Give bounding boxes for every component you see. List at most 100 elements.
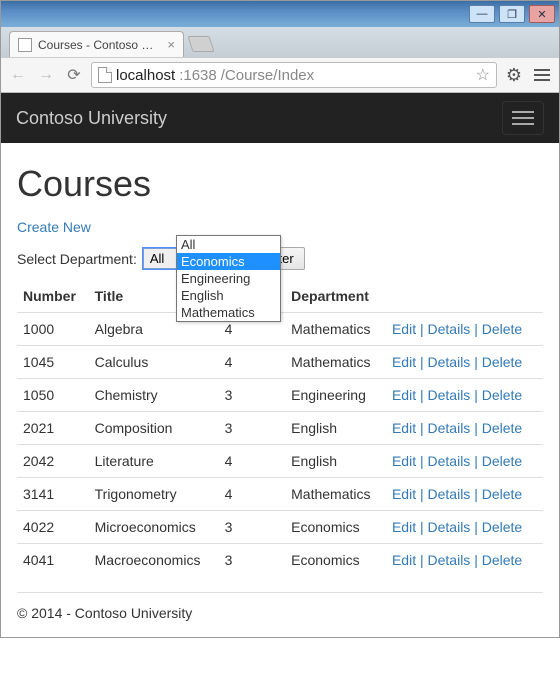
edit-link[interactable]: Edit bbox=[392, 453, 416, 469]
cell-title: Literature bbox=[89, 445, 219, 478]
select-option[interactable]: English bbox=[177, 287, 280, 304]
department-select-dropdown[interactable]: AllEconomicsEngineeringEnglishMathematic… bbox=[176, 235, 281, 322]
delete-link[interactable]: Delete bbox=[482, 354, 522, 370]
cell-number: 4022 bbox=[17, 511, 89, 544]
details-link[interactable]: Details bbox=[428, 420, 471, 436]
delete-link[interactable]: Delete bbox=[482, 420, 522, 436]
cell-actions: Edit | Details | Delete bbox=[386, 478, 543, 511]
browser-tab[interactable]: Courses - Contoso University × bbox=[9, 31, 184, 57]
cell-title: Trigonometry bbox=[89, 478, 219, 511]
tab-favicon-icon bbox=[18, 38, 32, 52]
col-department: Department bbox=[285, 280, 386, 313]
table-row: 2021Composition3EnglishEdit | Details | … bbox=[17, 412, 543, 445]
edit-link[interactable]: Edit bbox=[392, 420, 416, 436]
delete-link[interactable]: Delete bbox=[482, 387, 522, 403]
tab-strip: Courses - Contoso University × bbox=[1, 27, 559, 57]
cell-number: 1050 bbox=[17, 379, 89, 412]
minimize-button[interactable]: — bbox=[469, 5, 495, 23]
cell-title: Calculus bbox=[89, 346, 219, 379]
cell-number: 1045 bbox=[17, 346, 89, 379]
cell-credits: 3 bbox=[219, 412, 285, 445]
reload-button[interactable]: ⟳ bbox=[63, 64, 85, 86]
details-link[interactable]: Details bbox=[428, 552, 471, 568]
bookmark-star-icon[interactable]: ☆ bbox=[476, 65, 490, 85]
close-window-button[interactable]: ✕ bbox=[529, 5, 555, 23]
browser-toolbar: ← → ⟳ localhost:1638/Course/Index ☆ ⚙ bbox=[1, 57, 559, 93]
cell-number: 2021 bbox=[17, 412, 89, 445]
cell-actions: Edit | Details | Delete bbox=[386, 544, 543, 577]
tab-close-icon[interactable]: × bbox=[167, 37, 175, 52]
nav-toggle-button[interactable] bbox=[502, 101, 544, 135]
cell-credits: 4 bbox=[219, 346, 285, 379]
cell-department: Economics bbox=[285, 511, 386, 544]
cell-number: 3141 bbox=[17, 478, 89, 511]
cell-department: English bbox=[285, 412, 386, 445]
forward-button[interactable]: → bbox=[35, 64, 57, 86]
table-row: 3141Trigonometry4MathematicsEdit | Detai… bbox=[17, 478, 543, 511]
brand-link[interactable]: Contoso University bbox=[16, 108, 167, 129]
cell-credits: 4 bbox=[219, 445, 285, 478]
cell-credits: 4 bbox=[219, 478, 285, 511]
details-link[interactable]: Details bbox=[428, 453, 471, 469]
address-bar[interactable]: localhost:1638/Course/Index ☆ bbox=[91, 62, 497, 88]
delete-link[interactable]: Delete bbox=[482, 321, 522, 337]
edit-link[interactable]: Edit bbox=[392, 519, 416, 535]
cell-department: English bbox=[285, 445, 386, 478]
cell-title: Chemistry bbox=[89, 379, 219, 412]
cell-number: 2042 bbox=[17, 445, 89, 478]
details-link[interactable]: Details bbox=[428, 387, 471, 403]
cell-department: Mathematics bbox=[285, 478, 386, 511]
edit-link[interactable]: Edit bbox=[392, 387, 416, 403]
cell-actions: Edit | Details | Delete bbox=[386, 412, 543, 445]
edit-link[interactable]: Edit bbox=[392, 552, 416, 568]
cell-actions: Edit | Details | Delete bbox=[386, 346, 543, 379]
edit-link[interactable]: Edit bbox=[392, 486, 416, 502]
create-new-link[interactable]: Create New bbox=[17, 219, 91, 235]
browser-window: — ❐ ✕ Courses - Contoso University × ← →… bbox=[0, 0, 560, 638]
col-number: Number bbox=[17, 280, 89, 313]
browser-menu-button[interactable] bbox=[531, 69, 553, 81]
page-title: Courses bbox=[17, 163, 543, 205]
delete-link[interactable]: Delete bbox=[482, 453, 522, 469]
page-container: Courses Create New Select Department: Al… bbox=[1, 143, 559, 584]
window-titlebar: — ❐ ✕ bbox=[1, 1, 559, 27]
settings-gear-icon[interactable]: ⚙ bbox=[503, 65, 525, 86]
maximize-button[interactable]: ❐ bbox=[499, 5, 525, 23]
page-icon bbox=[98, 67, 112, 83]
cell-department: Engineering bbox=[285, 379, 386, 412]
table-row: 4041Macroeconomics3EconomicsEdit | Detai… bbox=[17, 544, 543, 577]
cell-title: Composition bbox=[89, 412, 219, 445]
url-port: :1638 bbox=[179, 67, 217, 84]
page-viewport: Contoso University Courses Create New Se… bbox=[1, 93, 559, 637]
tab-title: Courses - Contoso University bbox=[38, 38, 161, 52]
page-footer: © 2014 - Contoso University bbox=[1, 593, 559, 637]
delete-link[interactable]: Delete bbox=[482, 486, 522, 502]
details-link[interactable]: Details bbox=[428, 519, 471, 535]
delete-link[interactable]: Delete bbox=[482, 552, 522, 568]
details-link[interactable]: Details bbox=[428, 321, 471, 337]
edit-link[interactable]: Edit bbox=[392, 321, 416, 337]
select-option[interactable]: Economics bbox=[177, 253, 280, 270]
department-filter-label: Select Department: bbox=[17, 251, 137, 267]
details-link[interactable]: Details bbox=[428, 354, 471, 370]
details-link[interactable]: Details bbox=[428, 486, 471, 502]
url-path: /Course/Index bbox=[221, 67, 314, 84]
url-host: localhost bbox=[116, 67, 175, 84]
select-option[interactable]: All bbox=[177, 236, 280, 253]
back-button[interactable]: ← bbox=[7, 64, 29, 86]
select-option[interactable]: Engineering bbox=[177, 270, 280, 287]
cell-title: Microeconomics bbox=[89, 511, 219, 544]
table-row: 4022Microeconomics3EconomicsEdit | Detai… bbox=[17, 511, 543, 544]
table-row: 1045Calculus4MathematicsEdit | Details |… bbox=[17, 346, 543, 379]
select-option[interactable]: Mathematics bbox=[177, 304, 280, 321]
new-tab-button[interactable] bbox=[187, 36, 214, 52]
cell-credits: 3 bbox=[219, 379, 285, 412]
delete-link[interactable]: Delete bbox=[482, 519, 522, 535]
cell-title: Macroeconomics bbox=[89, 544, 219, 577]
cell-number: 4041 bbox=[17, 544, 89, 577]
cell-actions: Edit | Details | Delete bbox=[386, 445, 543, 478]
cell-department: Mathematics bbox=[285, 313, 386, 346]
cell-credits: 3 bbox=[219, 511, 285, 544]
site-navbar: Contoso University bbox=[1, 93, 559, 143]
edit-link[interactable]: Edit bbox=[392, 354, 416, 370]
